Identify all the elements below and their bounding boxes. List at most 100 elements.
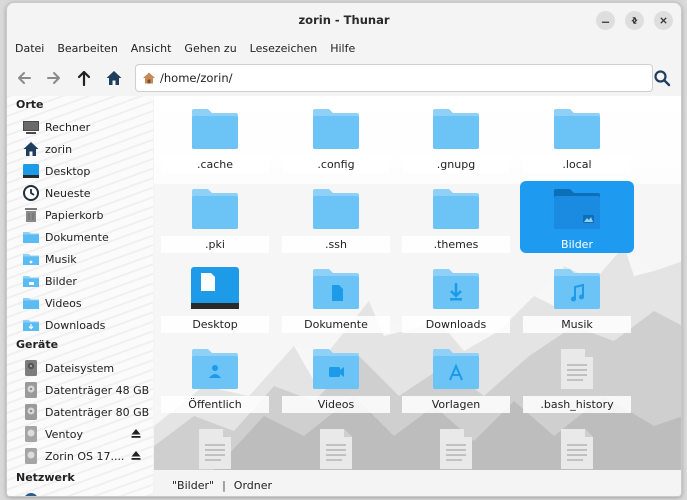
maximize-button[interactable] — [625, 11, 644, 30]
window-controls — [596, 11, 673, 30]
arrow-up-icon — [77, 70, 91, 87]
home-button[interactable] — [101, 65, 127, 91]
sidebar-item-datentraeger-48[interactable]: Datenträger 48 GB — [22, 380, 150, 400]
file-item[interactable]: Öffentlich — [158, 341, 272, 413]
folder-downloads-icon — [432, 267, 480, 311]
forward-button[interactable] — [41, 65, 67, 91]
folder-icon — [432, 187, 480, 231]
file-name: Downloads — [402, 316, 510, 333]
sidebar-item-papierkorb[interactable]: Papierkorb — [22, 205, 150, 225]
file-name: Desktop — [161, 316, 269, 333]
sidebar-item-label: Papierkorb — [45, 208, 104, 222]
file-item[interactable]: Bilder — [520, 181, 634, 253]
file-item[interactable]: .config — [279, 101, 393, 173]
file-name: Videos — [282, 396, 390, 413]
sidebar-item-neueste[interactable]: Neueste — [22, 183, 150, 203]
text-file-icon — [553, 427, 601, 470]
file-item[interactable]: Dokumente — [279, 261, 393, 333]
file-item[interactable]: .cache — [158, 101, 272, 173]
up-button[interactable] — [71, 65, 97, 91]
menu-hilfe[interactable]: Hilfe — [330, 39, 355, 59]
menu-lesezeichen[interactable]: Lesezeichen — [250, 39, 318, 59]
file-item[interactable]: .themes — [399, 181, 513, 253]
folder-icon — [312, 107, 360, 151]
file-item[interactable]: .gnupg — [399, 101, 513, 173]
folder-icon — [312, 187, 360, 231]
menu-gehen-zu[interactable]: Gehen zu — [184, 39, 236, 59]
sidebar-item-rechner[interactable]: Rechner — [22, 117, 150, 137]
file-name: .cache — [161, 156, 269, 173]
close-icon — [660, 17, 667, 24]
sidebar-item-ventoy[interactable]: Ventoy — [22, 424, 150, 444]
file-view[interactable]: .cache .config .gnupg .local .pki .ssh .themes… — [154, 96, 681, 470]
window-title: zorin - Thunar — [298, 13, 390, 27]
sidebar-item-videos[interactable]: Videos — [22, 293, 150, 313]
file-item[interactable]: Vorlagen — [399, 341, 513, 413]
location-path: /home/zorin/ — [160, 71, 233, 85]
sidebar-item-label: Datenträger 48 GB — [45, 383, 150, 397]
file-item[interactable]: Videos — [279, 341, 393, 413]
sidebar: Orte Rechner zorin Desktop Neueste Papie… — [7, 96, 153, 496]
sidebar-item-label: Downloads — [45, 318, 106, 332]
text-file-icon — [191, 427, 239, 470]
sidebar-item-label: Desktop — [45, 164, 91, 178]
file-name: .themes — [402, 236, 510, 253]
folder-icon — [553, 107, 601, 151]
folder-icon — [432, 107, 480, 151]
sidebar-item-label: Dateisystem — [45, 361, 115, 375]
file-name: .ssh — [282, 236, 390, 253]
file-item[interactable] — [158, 421, 272, 470]
sidebar-item-bilder[interactable]: Bilder — [22, 271, 150, 291]
sidebar-item-dateisystem[interactable]: Dateisystem — [22, 358, 150, 378]
file-item[interactable]: Downloads — [399, 261, 513, 333]
toolbar: /home/zorin/ — [7, 61, 681, 95]
folder-documents-icon — [312, 267, 360, 311]
sidebar-item-downloads[interactable]: Downloads — [22, 315, 150, 335]
sidebar-item-zorin[interactable]: zorin — [22, 139, 150, 159]
file-item[interactable] — [279, 421, 393, 470]
sidebar-item-datentraeger-80[interactable]: Datenträger 80 GB — [22, 402, 150, 422]
sidebar-item-label: Rechner — [45, 120, 91, 134]
removable-drive-icon — [22, 447, 40, 465]
folder-templates-icon — [432, 347, 480, 391]
file-item[interactable]: .bash_history — [520, 341, 634, 413]
status-kind: Ordner — [233, 479, 273, 492]
eject-icon[interactable] — [130, 427, 142, 439]
titlebar: zorin - Thunar — [7, 3, 681, 37]
file-item[interactable]: .pki — [158, 181, 272, 253]
sidebar-item-label: Ventoy — [45, 427, 83, 441]
sidebar-item-network[interactable] — [22, 490, 150, 496]
menubar: Datei Bearbeiten Ansicht Gehen zu Leseze… — [11, 39, 355, 59]
file-item[interactable] — [520, 421, 634, 470]
sidebar-item-desktop[interactable]: Desktop — [22, 161, 150, 181]
statusbar: "Bilder" | Ordner — [154, 473, 681, 496]
sidebar-item-zorin-os[interactable]: Zorin OS 17.... — [22, 446, 150, 466]
search-button[interactable] — [649, 64, 675, 92]
sidebar-item-dokumente[interactable]: Dokumente — [22, 227, 150, 247]
file-item[interactable]: Musik — [520, 261, 634, 333]
eject-icon[interactable] — [130, 449, 142, 461]
close-button[interactable] — [654, 11, 673, 30]
folder-music-icon — [553, 267, 601, 311]
arrow-right-icon — [47, 72, 60, 84]
file-item[interactable] — [399, 421, 513, 470]
thunar-window: zorin - Thunar Datei Bearbeiten Ansicht … — [6, 2, 682, 497]
menu-datei[interactable]: Datei — [15, 39, 44, 59]
network-icon — [22, 491, 40, 496]
file-item[interactable]: .ssh — [279, 181, 393, 253]
home-folder-icon — [142, 71, 156, 85]
file-item[interactable]: .local — [520, 101, 634, 173]
minimize-button[interactable] — [596, 11, 615, 30]
menu-bearbeiten[interactable]: Bearbeiten — [57, 39, 117, 59]
file-name: .local — [523, 156, 631, 173]
menu-ansicht[interactable]: Ansicht — [131, 39, 172, 59]
drive-icon — [22, 359, 40, 377]
sidebar-item-musik[interactable]: Musik — [22, 249, 150, 269]
folder-videos-icon — [312, 347, 360, 391]
file-item[interactable]: Desktop — [158, 261, 272, 333]
disk-icon — [22, 403, 40, 421]
text-file-icon — [432, 427, 480, 470]
location-bar[interactable]: /home/zorin/ — [135, 64, 653, 92]
sidebar-item-label: zorin — [45, 142, 73, 156]
back-button[interactable] — [11, 65, 37, 91]
